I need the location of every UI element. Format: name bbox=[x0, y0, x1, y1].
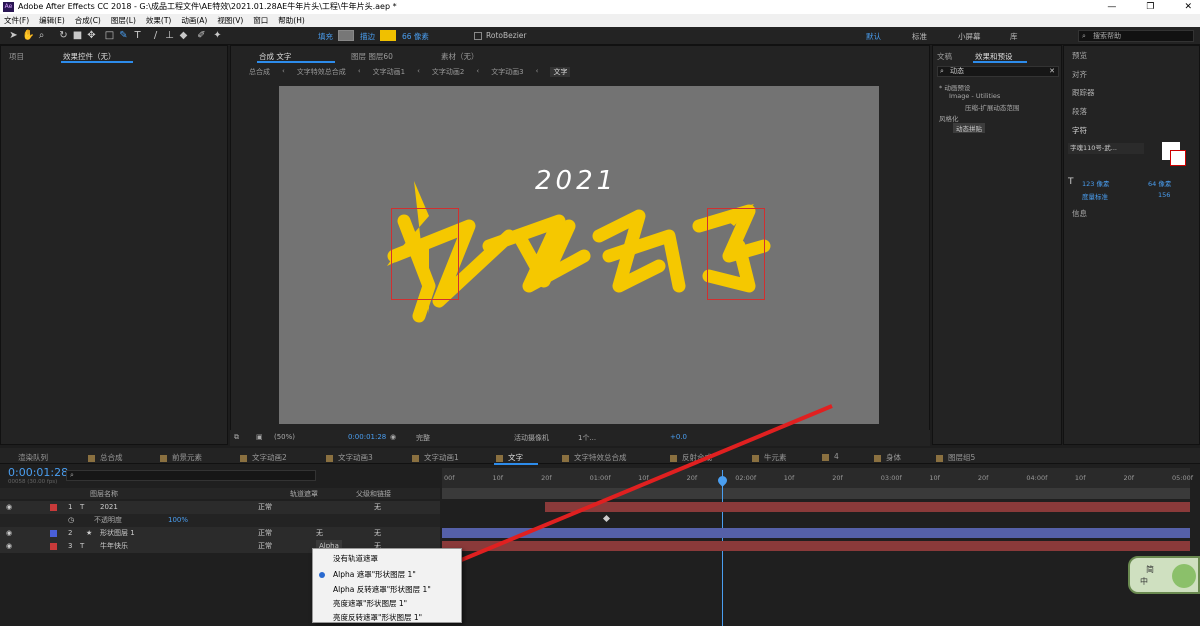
menu-item-no-matte[interactable]: 没有轨道遮罩 bbox=[333, 553, 378, 564]
menu-item-luma-inverted-matte[interactable]: 亮度反转遮罩"形状图层 1" bbox=[333, 612, 422, 623]
selected-radio-icon bbox=[319, 572, 325, 578]
menu-item-alpha-matte[interactable]: Alpha 遮罩"形状图层 1" bbox=[333, 569, 416, 580]
menu-item-alpha-inverted-matte[interactable]: Alpha 反转遮罩"形状图层 1" bbox=[333, 584, 431, 595]
badge-mascot-icon bbox=[1172, 564, 1196, 588]
track-matte-context-menu: 没有轨道遮罩 Alpha 遮罩"形状图层 1" Alpha 反转遮罩"形状图层 … bbox=[312, 548, 462, 623]
ime-badge[interactable]: 简 中 bbox=[1128, 556, 1200, 594]
menu-item-luma-matte[interactable]: 亮度遮罩"形状图层 1" bbox=[333, 598, 407, 609]
annotation-arrow bbox=[420, 404, 833, 576]
